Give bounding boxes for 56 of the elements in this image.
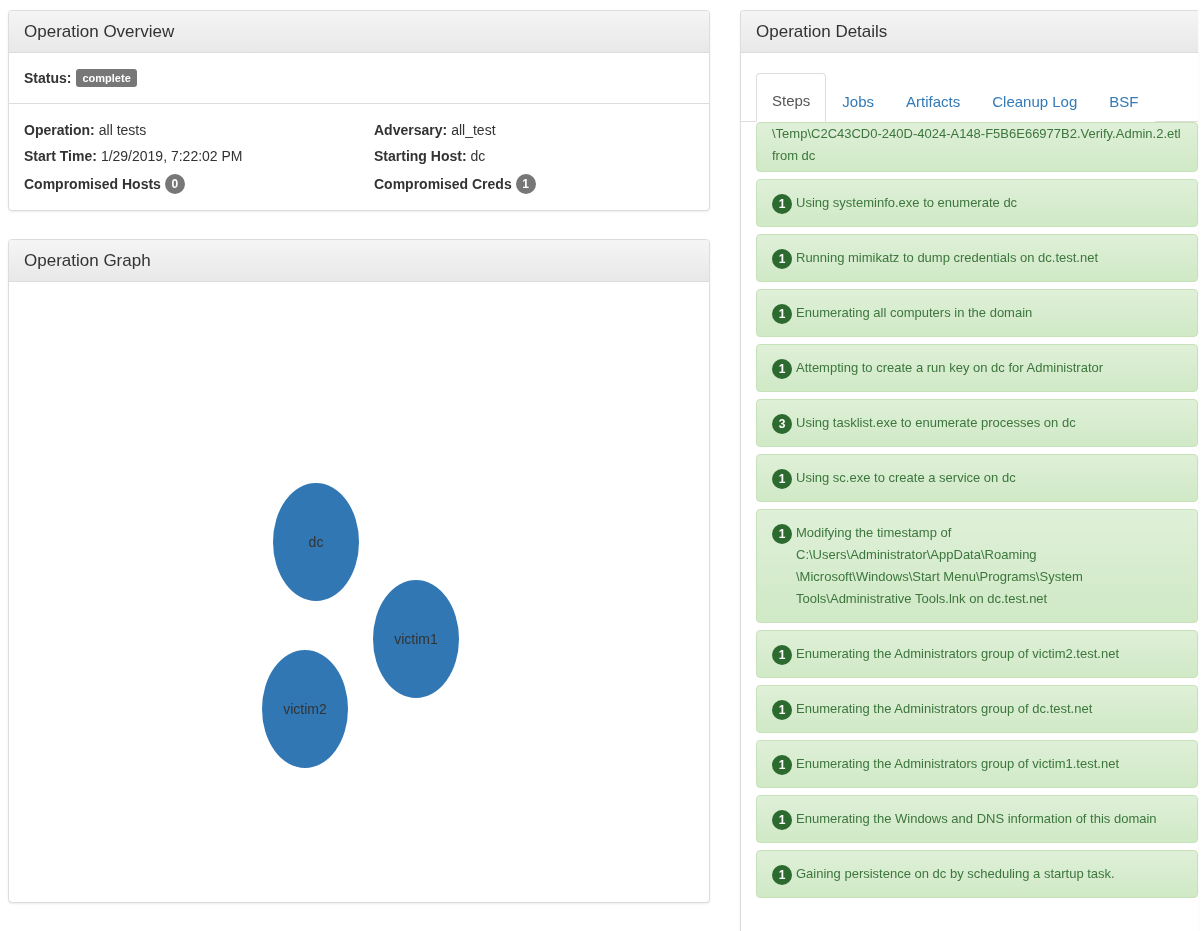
- count-badge: 1: [772, 304, 792, 324]
- step-text: Attempting to create a run key on dc for Administrator: [796, 359, 1104, 377]
- step-text: Gaining persistence on dc by scheduling a startup task.: [796, 865, 1115, 883]
- count-badge: 1: [772, 194, 792, 214]
- step-item[interactable]: 1 Enumerating the Administrators group of dc.test.net: [756, 685, 1198, 733]
- count-badge: 3: [772, 414, 792, 434]
- field-label: Compromised Hosts: [24, 176, 161, 192]
- count-badge: 1: [772, 755, 792, 775]
- count-badge: 1: [772, 249, 792, 269]
- step-item[interactable]: \Temp\C2C43CD0-240D-4024-A148-F5B6E66977B2.Verify.Admin.2.etl from dc: [756, 122, 1198, 172]
- count-badge: 1: [772, 359, 792, 379]
- step-text: \Temp\C2C43CD0-240D-4024-A148-F5B6E66977B2.Verify.Admin.2.etl from dc: [772, 125, 1182, 165]
- step-item[interactable]: 1 Using sc.exe to create a service on dc: [756, 454, 1198, 502]
- step-item[interactable]: 1 Enumerating the Administrators group of victim2.test.net: [756, 630, 1198, 678]
- field-label: Adversary:: [374, 122, 448, 138]
- step-item[interactable]: 1 Gaining persistence on dc by scheduling a startup task.: [756, 850, 1198, 898]
- step-item[interactable]: 1 Enumerating the Administrators group of victim1.test.net: [756, 740, 1198, 788]
- step-item[interactable]: 1 Enumerating all computers in the domain: [756, 289, 1198, 337]
- field-label: Starting Host:: [374, 148, 467, 164]
- step-item[interactable]: 1 Attempting to create a run key on dc for Administrator: [756, 344, 1198, 392]
- count-badge: 1: [772, 700, 792, 720]
- count-badge: 0: [164, 174, 185, 194]
- step-text: Enumerating the Administrators group of dc.test.net: [796, 700, 1093, 718]
- step-text: Modifying the timestamp of C:\Users\Administrator\AppData\Roaming \Microsoft\Windows\Start Menu\Programs\System Tools\Administrative Tools.lnk on dc.test.net: [796, 524, 1084, 608]
- panel-heading: Operation Overview: [9, 11, 709, 53]
- panel-heading: Operation Graph: [9, 240, 709, 282]
- step-item[interactable]: 1 Using systeminfo.exe to enumerate dc: [756, 179, 1198, 227]
- field-value: all tests: [98, 122, 147, 138]
- step-text: Using tasklist.exe to enumerate processes on dc: [796, 414, 1076, 432]
- step-text: Enumerating the Administrators group of victim1.test.net: [796, 755, 1119, 773]
- field-label: Compromised Creds: [374, 176, 512, 192]
- step-text: Using systeminfo.exe to enumerate dc: [796, 194, 1018, 212]
- status-tag: complete: [76, 69, 137, 87]
- count-badge: 1: [772, 469, 792, 489]
- tab[interactable]: Steps: [756, 73, 827, 122]
- count-badge: 1: [772, 865, 792, 885]
- field-value: 1/29/2019, 7:22:02 PM: [100, 148, 243, 164]
- step-text: Running mimikatz to dump credentials on dc.test.net: [796, 249, 1099, 267]
- step-item[interactable]: 1 Enumerating the Windows and DNS information of this domain: [756, 795, 1198, 843]
- panel-heading: Operation Details: [741, 11, 1198, 53]
- step-item[interactable]: 3 Using tasklist.exe to enumerate processes on dc: [756, 399, 1198, 447]
- field-label: Operation:: [24, 122, 95, 138]
- count-badge: 1: [772, 810, 792, 830]
- step-item[interactable]: 1 Modifying the timestamp of C:\Users\Administrator\AppData\Roaming \Microsoft\Windows\Start Menu\Programs\System Tools\Administrative Tools.lnk on dc.test.net: [756, 509, 1198, 623]
- step-text: Enumerating the Administrators group of victim2.test.net: [796, 645, 1119, 663]
- step-item[interactable]: 1 Running mimikatz to dump credentials on dc.test.net: [756, 234, 1198, 282]
- step-text: Enumerating the Windows and DNS information of this domain: [796, 810, 1157, 828]
- field-label: Start Time:: [24, 148, 97, 164]
- step-text: Enumerating all computers in the domain: [796, 304, 1033, 322]
- count-badge: 1: [772, 645, 792, 665]
- count-badge: 1: [772, 524, 792, 544]
- count-badge: 1: [515, 174, 536, 194]
- status-label: Status:: [24, 70, 72, 86]
- field-value: dc: [470, 148, 486, 164]
- step-text: Using sc.exe to create a service on dc: [796, 469, 1016, 487]
- field-value: all_test: [451, 122, 496, 138]
